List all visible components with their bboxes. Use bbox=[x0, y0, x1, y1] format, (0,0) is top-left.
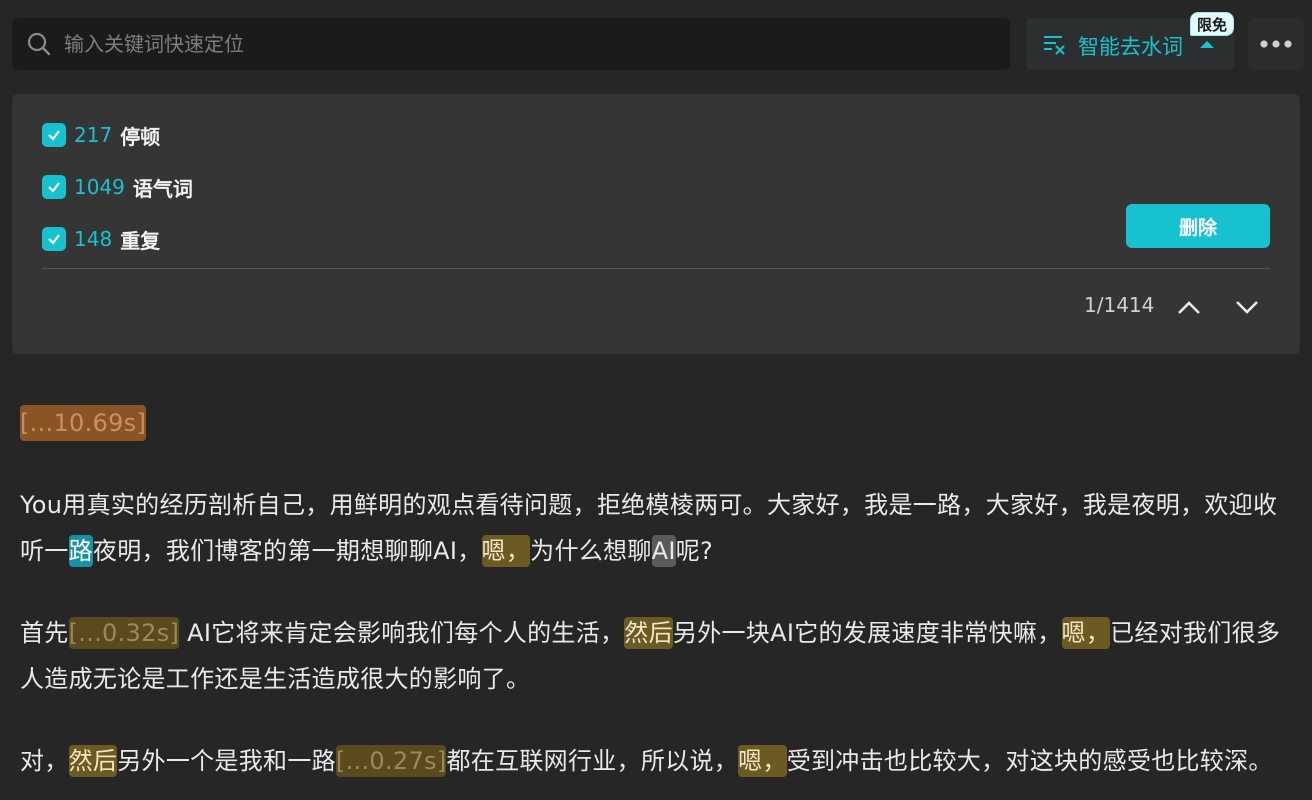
transcript-paragraph[interactable]: 对，然后另外一个是我和一路[...0.27s]都在互联网行业，所以说，嗯，受到冲… bbox=[20, 738, 1292, 784]
transcript-paragraph[interactable]: [...10.69s] bbox=[20, 400, 147, 446]
filter-panel: 217 停顿 1049 语气词 148 重复 删除 1/1414 bbox=[12, 94, 1300, 354]
filter-repeat[interactable]: 148 重复 bbox=[42, 224, 160, 254]
repeated-word[interactable]: AI bbox=[651, 535, 676, 567]
filter-count: 148 bbox=[74, 227, 113, 251]
transcript-text[interactable]: 夜明，我们博客的第一期想聊聊AI， bbox=[93, 537, 482, 565]
filler-word[interactable]: 嗯， bbox=[1061, 617, 1111, 649]
smart-filler-removal-label: 智能去水词 bbox=[1078, 35, 1183, 59]
filter-modal-particle[interactable]: 1049 语气词 bbox=[42, 172, 193, 202]
pause-marker[interactable]: [...0.27s] bbox=[335, 745, 447, 777]
chevron-up-icon[interactable] bbox=[1174, 295, 1204, 319]
checkbox-checked-icon[interactable] bbox=[42, 123, 66, 147]
search-icon bbox=[27, 32, 51, 56]
search-bar[interactable] bbox=[12, 18, 1010, 70]
divider bbox=[42, 268, 1270, 269]
transcript-text[interactable]: 都在互联网行业，所以说， bbox=[446, 747, 738, 775]
more-dots-icon bbox=[1260, 40, 1292, 48]
caret-up-icon bbox=[1200, 41, 1214, 48]
more-options-button[interactable] bbox=[1248, 18, 1304, 70]
checkbox-checked-icon[interactable] bbox=[42, 175, 66, 199]
transcript-text[interactable]: 受到冲击也比较大，对这块的感受也比较深。 bbox=[787, 747, 1273, 775]
delete-button[interactable]: 删除 bbox=[1126, 204, 1270, 248]
transcript-text[interactable]: 另外一块AI它的发展速度非常快嘛， bbox=[673, 619, 1062, 647]
filter-pause[interactable]: 217 停顿 bbox=[42, 120, 160, 150]
transcript-text[interactable]: 另外一个是我和一路 bbox=[117, 747, 336, 775]
filler-word[interactable]: 嗯， bbox=[481, 535, 531, 567]
transcript-text[interactable]: 对， bbox=[20, 747, 69, 775]
clear-filter-icon bbox=[1044, 36, 1065, 55]
pause-marker[interactable]: [...0.32s] bbox=[68, 617, 180, 649]
match-position: 1/1414 bbox=[1084, 293, 1155, 317]
filter-label: 重复 bbox=[120, 228, 161, 253]
filter-label: 停顿 bbox=[120, 124, 161, 149]
filter-count: 217 bbox=[74, 123, 113, 147]
transcript-text[interactable]: 为什么想聊 bbox=[530, 537, 652, 565]
chevron-down-icon[interactable] bbox=[1232, 295, 1262, 319]
filter-count: 1049 bbox=[74, 175, 125, 199]
transcript-paragraph[interactable]: 首先[...0.32s] AI它将来肯定会影响我们每个人的生活，然后另外一块AI… bbox=[20, 610, 1292, 702]
filler-word[interactable]: 然后 bbox=[68, 745, 118, 777]
transcript-text[interactable]: 呢? bbox=[676, 537, 713, 565]
transcript-text[interactable]: 首先 bbox=[20, 619, 69, 647]
checkbox-checked-icon[interactable] bbox=[42, 227, 66, 251]
toolbar: 智能去水词 限免 bbox=[0, 0, 1312, 90]
filter-label: 语气词 bbox=[132, 176, 193, 201]
current-match-word[interactable]: 路 bbox=[68, 535, 93, 567]
search-input[interactable] bbox=[64, 26, 994, 62]
transcript-paragraph[interactable]: You用真实的经历剖析自己，用鲜明的观点看待问题，拒绝模棱两可。大家好，我是一路… bbox=[20, 482, 1292, 574]
filler-word[interactable]: 然后 bbox=[624, 617, 673, 649]
free-badge: 限免 bbox=[1190, 12, 1235, 36]
filler-word[interactable]: 嗯， bbox=[738, 745, 787, 777]
transcript-text[interactable]: AI它将来肯定会影响我们每个人的生活， bbox=[179, 619, 624, 647]
pause-marker[interactable]: [...10.69s] bbox=[20, 405, 147, 441]
